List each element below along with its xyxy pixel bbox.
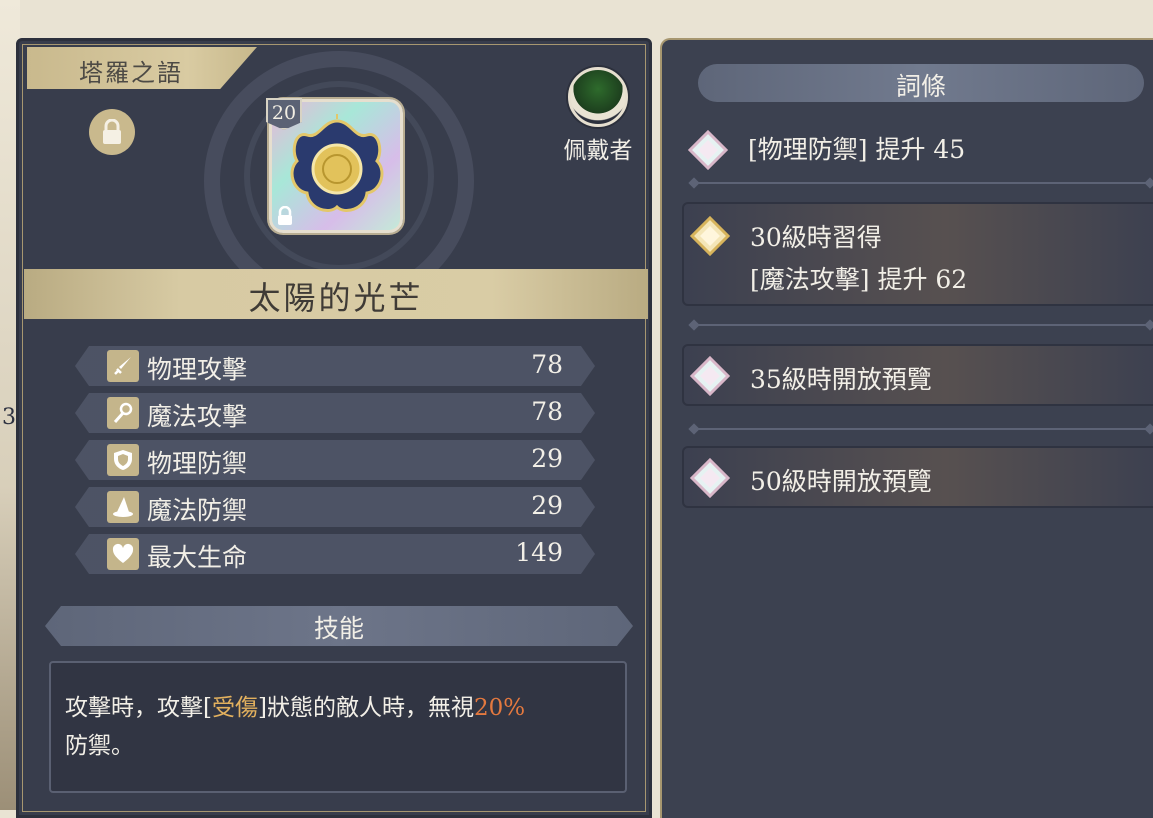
affix-text: [物理防禦] 提升 45: [748, 135, 966, 164]
divider: [692, 324, 1152, 326]
stat-row: 魔法防禦 29: [75, 487, 595, 527]
stat-name: 魔法防禦: [147, 496, 248, 525]
edge-number: 3: [2, 405, 16, 430]
skill-text: 攻擊時，攻擊[: [65, 695, 212, 721]
affix-item: 50級時開放預覽: [682, 446, 1153, 508]
shield-icon: [107, 444, 139, 476]
affix-text: 30級時習得: [750, 223, 882, 252]
heart-icon: [107, 538, 139, 570]
affix-text: 35級時開放預覽: [750, 365, 932, 394]
equipment-card[interactable]: 20: [266, 98, 403, 233]
affix-item: 30級時習得 [魔法攻擊] 提升 62: [682, 202, 1153, 306]
wearer-section[interactable]: 佩戴者: [555, 67, 641, 165]
affix-panel: 詞條 [物理防禦] 提升 45 30級時習得 [魔法攻擊] 提升 62 35級時…: [660, 38, 1153, 818]
stat-value: 78: [531, 350, 563, 379]
lock-icon: [103, 119, 121, 144]
small-lock-icon: [278, 206, 292, 225]
stat-value: 149: [515, 538, 563, 567]
sword-icon: [107, 350, 139, 382]
stat-name: 最大生命: [147, 543, 248, 572]
stat-row: 物理攻擊 78: [75, 346, 595, 386]
wearer-avatar[interactable]: [568, 67, 628, 127]
affix-header: 詞條: [698, 64, 1144, 102]
equipment-category-tab: 塔羅之語: [27, 47, 257, 89]
affix-item: 35級時開放預覽: [682, 344, 1153, 406]
stat-row: 物理防禦 29: [75, 440, 595, 480]
skill-header: 技能: [45, 606, 633, 646]
affix-item: [物理防禦] 提升 45: [682, 124, 1153, 174]
skill-text: 防禦。: [65, 733, 134, 759]
stat-name: 物理攻擊: [147, 355, 248, 384]
divider: [692, 182, 1152, 184]
equipment-name: 太陽的光芒: [24, 269, 648, 319]
stats-list: 物理攻擊 78 魔法攻擊 78 物理防禦 29 魔法防禦 29 最大生命 149: [75, 346, 595, 581]
equipment-panel: 塔羅之語 20 佩戴者 太陽的光芒 物理攻擊 78 魔法攻擊 78 物理防禦 2…: [16, 38, 652, 818]
stat-value: 29: [531, 491, 563, 520]
stat-row: 最大生命 149: [75, 534, 595, 574]
lock-button[interactable]: [89, 109, 135, 155]
sun-emblem-icon: [290, 114, 384, 212]
stat-name: 物理防禦: [147, 449, 248, 478]
wearer-label: 佩戴者: [563, 138, 633, 164]
stat-row: 魔法攻擊 78: [75, 393, 595, 433]
skill-percent: 20%: [473, 695, 526, 721]
stat-name: 魔法攻擊: [147, 402, 248, 431]
stat-value: 78: [531, 397, 563, 426]
diamond-gem-icon: [690, 356, 730, 396]
skill-status-highlight: 受傷: [211, 695, 258, 721]
affix-text: 50級時開放預覽: [750, 467, 932, 496]
staff-icon: [107, 397, 139, 429]
gold-gem-icon: [690, 216, 730, 256]
diamond-gem-icon: [690, 458, 730, 498]
divider: [692, 428, 1152, 430]
wizard-hat-icon: [107, 491, 139, 523]
skill-text: ]狀態的敵人時，無視: [257, 695, 474, 721]
stat-value: 29: [531, 444, 563, 473]
affix-text: [魔法攻擊] 提升 62: [750, 265, 968, 294]
diamond-gem-icon: [688, 130, 728, 170]
skill-description: 攻擊時，攻擊[受傷]狀態的敵人時，無視20% 防禦。: [49, 661, 627, 793]
